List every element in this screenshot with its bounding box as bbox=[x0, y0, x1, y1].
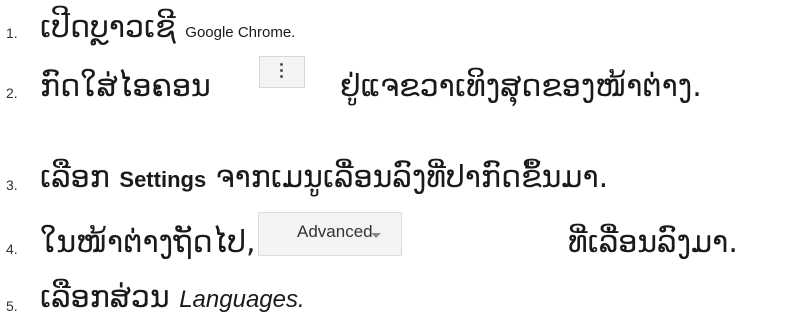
step-text: ເລືອກ Settings ຈາກເມນູເລື່ອນລົງທີ່ປາກົດຂ… bbox=[40, 163, 608, 193]
languages-label: Languages bbox=[179, 286, 298, 313]
step-text-b: ຢູ່ແຈຂວາເທິງສຸດຂອງໜ້າຕ່າງ. bbox=[340, 69, 702, 104]
settings-label: Settings bbox=[119, 167, 207, 192]
step-number: 2. bbox=[6, 85, 18, 101]
step-text-lao: ເປີດບຼາວເຊີ bbox=[40, 10, 176, 45]
step-text: ເລືອກສ່ວນ Languages. bbox=[40, 283, 305, 313]
kebab-menu-icon bbox=[259, 56, 305, 88]
advanced-button[interactable]: Advanced bbox=[258, 212, 402, 256]
chevron-down-icon bbox=[371, 233, 381, 238]
step-number: 3. bbox=[6, 177, 18, 193]
step-text-b: ທີ່ເລື່ອນລົງມາ. bbox=[568, 225, 738, 260]
advanced-label: Advanced bbox=[297, 222, 373, 241]
step-text-end: . bbox=[297, 286, 305, 313]
step-text: ເປີດບຼາວເຊີ Google Chrome. bbox=[40, 13, 295, 43]
app-name: Google Chrome bbox=[185, 24, 292, 41]
step-number: 5. bbox=[6, 298, 18, 314]
step-text-end: . bbox=[291, 24, 296, 41]
step-text-b: ຈາກເມນູເລື່ອນລົງທີ່ປາກົດຂຶ້ນມາ. bbox=[215, 160, 609, 195]
step-number: 1. bbox=[6, 25, 18, 41]
step-number: 4. bbox=[6, 241, 18, 257]
step-text-a: ກົດໃສ່ໄອຄອນ bbox=[40, 69, 211, 104]
step-text-a: ເລືອກ bbox=[40, 160, 110, 195]
step-text-a: ເລືອກສ່ວນ bbox=[40, 280, 170, 315]
